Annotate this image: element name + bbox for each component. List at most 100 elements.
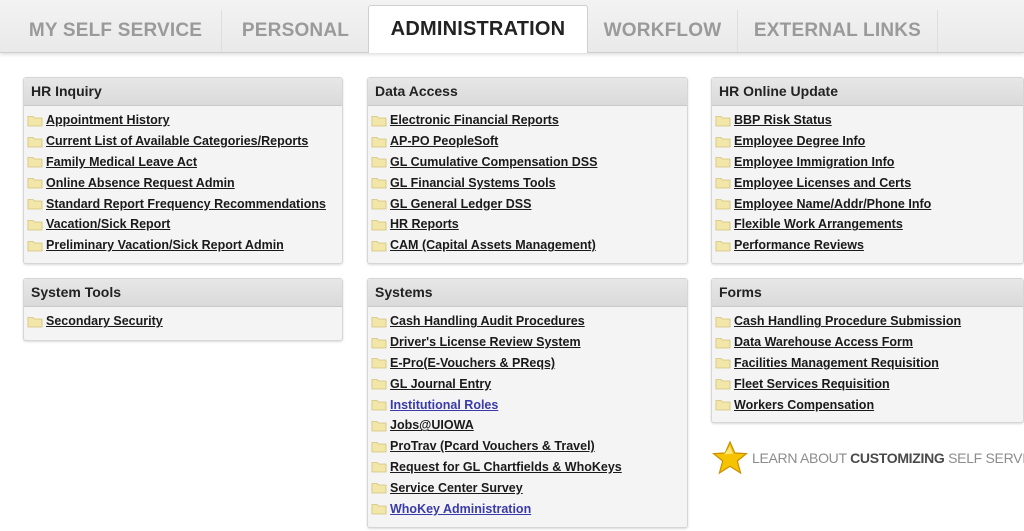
link-whokey-administration[interactable]: WhoKey Administration — [390, 502, 531, 516]
link-gl-cumulative-compensation-dss[interactable]: GL Cumulative Compensation DSS — [390, 155, 597, 169]
link-service-center-survey[interactable]: Service Center Survey — [390, 481, 523, 495]
link-fleet-services-requisition[interactable]: Fleet Services Requisition — [734, 377, 890, 391]
panel-hr-inquiry: HR Inquiry Appointment History Current Li… — [23, 77, 343, 264]
link-list: BBP Risk Status Employee Degree Info Emplo… — [712, 106, 1023, 256]
link-list: Electronic Financial Reports AP-PO People… — [368, 106, 687, 256]
link-vacation-sick-report[interactable]: Vacation/Sick Report — [46, 217, 170, 231]
link-cam-capital-assets-management[interactable]: CAM (Capital Assets Management) — [390, 238, 596, 252]
folder-icon — [715, 315, 731, 328]
link-preliminary-vacation-sick-report-admin[interactable]: Preliminary Vacation/Sick Report Admin — [46, 238, 284, 252]
link-institutional-roles[interactable]: Institutional Roles — [390, 398, 498, 412]
panel-forms: Forms Cash Handling Procedure Submission… — [711, 278, 1024, 423]
learn-suffix: SELF SERVICE — [948, 450, 1024, 466]
learn-customizing-text: LEARN ABOUT CUSTOMIZING SELF SERVICE — [752, 450, 1024, 466]
link-row: Jobs@UIOWA — [371, 415, 687, 436]
folder-icon — [715, 398, 731, 411]
link-row: GL Cumulative Compensation DSS — [371, 152, 687, 173]
folder-icon — [371, 377, 387, 390]
link-driver-s-license-review-system[interactable]: Driver's License Review System — [390, 335, 581, 349]
folder-icon — [27, 315, 43, 328]
link-gl-financial-systems-tools[interactable]: GL Financial Systems Tools — [390, 176, 556, 190]
link-protrav-pcard-vouchers-travel[interactable]: ProTrav (Pcard Vouchers & Travel) — [390, 439, 595, 453]
learn-customizing-link[interactable]: LEARN ABOUT CUSTOMIZING SELF SERVICE — [712, 438, 1024, 478]
tab-workflow[interactable]: WORKFLOW — [588, 10, 738, 52]
link-employee-immigration-info[interactable]: Employee Immigration Info — [734, 155, 894, 169]
tab-administration[interactable]: ADMINISTRATION — [368, 5, 588, 53]
link-row: Vacation/Sick Report — [27, 214, 342, 235]
link-hr-reports[interactable]: HR Reports — [390, 217, 459, 231]
link-request-for-gl-chartfields-whokeys[interactable]: Request for GL Chartfields & WhoKeys — [390, 460, 622, 474]
link-current-list-of-available-categories-reports[interactable]: Current List of Available Categories/Rep… — [46, 134, 308, 148]
link-row: Employee Name/Addr/Phone Info — [715, 193, 1023, 214]
link-row: ProTrav (Pcard Vouchers & Travel) — [371, 436, 687, 457]
link-row: WhoKey Administration — [371, 498, 687, 519]
panel-title: Forms — [712, 279, 1023, 307]
folder-icon — [27, 218, 43, 231]
link-jobs-uiowa[interactable]: Jobs@UIOWA — [390, 418, 474, 432]
link-e-pro-e-vouchers-preqs[interactable]: E-Pro(E-Vouchers & PReqs) — [390, 356, 555, 370]
link-row: Standard Report Frequency Recommendation… — [27, 193, 342, 214]
link-row: Current List of Available Categories/Rep… — [27, 131, 342, 152]
link-row: Workers Compensation — [715, 394, 1023, 415]
link-flexible-work-arrangements[interactable]: Flexible Work Arrangements — [734, 217, 903, 231]
folder-icon — [371, 197, 387, 210]
folder-icon — [27, 239, 43, 252]
folder-icon — [371, 356, 387, 369]
folder-icon — [371, 398, 387, 411]
link-secondary-security[interactable]: Secondary Security — [46, 314, 163, 328]
link-row: Preliminary Vacation/Sick Report Admin — [27, 235, 342, 256]
learn-prefix: LEARN ABOUT — [752, 450, 851, 466]
link-ap-po-peoplesoft[interactable]: AP-PO PeopleSoft — [390, 134, 498, 148]
folder-icon — [371, 176, 387, 189]
panel-title: Data Access — [368, 78, 687, 106]
folder-icon — [715, 336, 731, 349]
tab-personal[interactable]: PERSONAL — [222, 10, 370, 52]
link-standard-report-frequency-recommendations[interactable]: Standard Report Frequency Recommendation… — [46, 197, 326, 211]
link-gl-journal-entry[interactable]: GL Journal Entry — [390, 377, 491, 391]
link-cash-handling-procedure-submission[interactable]: Cash Handling Procedure Submission — [734, 314, 961, 328]
link-row: Driver's License Review System — [371, 332, 687, 353]
link-gl-general-ledger-dss[interactable]: GL General Ledger DSS — [390, 197, 531, 211]
link-bbp-risk-status[interactable]: BBP Risk Status — [734, 113, 832, 127]
link-family-medical-leave-act[interactable]: Family Medical Leave Act — [46, 155, 197, 169]
folder-icon — [715, 218, 731, 231]
link-appointment-history[interactable]: Appointment History — [46, 113, 170, 127]
link-row: Flexible Work Arrangements — [715, 214, 1023, 235]
link-row: E-Pro(E-Vouchers & PReqs) — [371, 353, 687, 374]
link-row: Appointment History — [27, 110, 342, 131]
link-row: Employee Licenses and Certs — [715, 172, 1023, 193]
folder-icon — [371, 460, 387, 473]
folder-icon — [27, 176, 43, 189]
folder-icon — [715, 239, 731, 252]
star-icon — [712, 440, 748, 475]
link-facilities-management-requisition[interactable]: Facilities Management Requisition — [734, 356, 939, 370]
link-row: Facilities Management Requisition — [715, 353, 1023, 374]
tab-external-links[interactable]: EXTERNAL LINKS — [738, 10, 938, 52]
link-row: Institutional Roles — [371, 394, 687, 415]
folder-icon — [371, 440, 387, 453]
folder-icon — [715, 155, 731, 168]
link-data-warehouse-access-form[interactable]: Data Warehouse Access Form — [734, 335, 913, 349]
folder-icon — [27, 155, 43, 168]
link-employee-degree-info[interactable]: Employee Degree Info — [734, 134, 865, 148]
link-online-absence-request-admin[interactable]: Online Absence Request Admin — [46, 176, 235, 190]
folder-icon — [371, 239, 387, 252]
panel-title: HR Inquiry — [24, 78, 342, 106]
link-employee-name-addr-phone-info[interactable]: Employee Name/Addr/Phone Info — [734, 197, 931, 211]
folder-icon — [371, 502, 387, 515]
link-cash-handling-audit-procedures[interactable]: Cash Handling Audit Procedures — [390, 314, 585, 328]
learn-emphasis: CUSTOMIZING — [850, 450, 945, 466]
link-workers-compensation[interactable]: Workers Compensation — [734, 398, 874, 412]
link-electronic-financial-reports[interactable]: Electronic Financial Reports — [390, 113, 559, 127]
link-row: Fleet Services Requisition — [715, 373, 1023, 394]
folder-icon — [371, 315, 387, 328]
link-row: Family Medical Leave Act — [27, 152, 342, 173]
link-performance-reviews[interactable]: Performance Reviews — [734, 238, 864, 252]
folder-icon — [715, 114, 731, 127]
panel-data-access: Data Access Electronic Financial Reports… — [367, 77, 688, 264]
panel-hr-online-update: HR Online Update BBP Risk Status Employee… — [711, 77, 1024, 264]
link-row: Secondary Security — [27, 311, 342, 332]
link-row: GL Journal Entry — [371, 373, 687, 394]
tab-my-self-service[interactable]: MY SELF SERVICE — [10, 10, 222, 52]
link-employee-licenses-and-certs[interactable]: Employee Licenses and Certs — [734, 176, 911, 190]
